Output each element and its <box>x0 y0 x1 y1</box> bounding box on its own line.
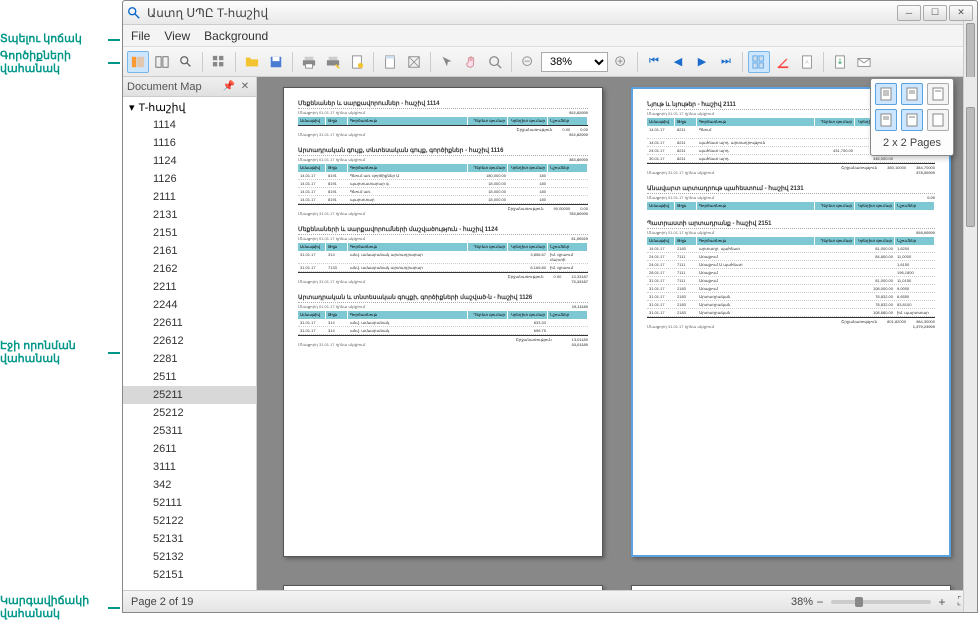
menu-background[interactable]: Background <box>204 29 268 43</box>
tree-item[interactable]: 52132 <box>123 548 256 566</box>
grid-view-button[interactable] <box>208 51 230 73</box>
print-preview-window: Աստղ ՍՊԸ T-հաշիվ ─ ☐ ✕ File View Backgro… <box>122 0 978 613</box>
page-thumbnail-3[interactable] <box>283 585 603 590</box>
pin-icon[interactable]: 📌 <box>222 80 236 94</box>
preview-area[interactable]: Մեքենաներ և սարքավորումներ - հաշիվ 1114Մ… <box>257 77 977 590</box>
page-setup-button[interactable] <box>346 51 368 73</box>
last-page-button[interactable]: ⏭ <box>715 51 737 73</box>
maximize-button[interactable]: ☐ <box>923 5 947 21</box>
tree-item[interactable]: 25211 <box>123 386 256 404</box>
annotation-page-search: Էջի որոնման վահանակ <box>0 337 110 367</box>
annotation-print: Տպելու կոճակ <box>0 30 110 47</box>
watermark-button[interactable]: A <box>796 51 818 73</box>
tree-item[interactable]: 1114 <box>123 116 256 134</box>
status-page: Page 2 of 19 <box>131 596 791 608</box>
tree-item[interactable]: 25212 <box>123 404 256 422</box>
hand-tool-button[interactable] <box>460 51 482 73</box>
window-title: Աստղ ՍՊԸ T-հաշիվ <box>147 6 897 20</box>
header-footer-button[interactable] <box>379 51 401 73</box>
zoom-in-button[interactable] <box>610 51 632 73</box>
menu-file[interactable]: File <box>131 29 150 43</box>
save-button[interactable] <box>265 51 287 73</box>
tree-item[interactable]: 2281 <box>123 350 256 368</box>
tree-root[interactable]: ▾T-հաշիվ <box>123 99 256 116</box>
status-zoom: 38% <box>791 596 813 608</box>
tree-item[interactable]: 342 <box>123 476 256 494</box>
tree-item[interactable]: 52122 <box>123 512 256 530</box>
tree-item[interactable]: 3111 <box>123 458 256 476</box>
email-button[interactable] <box>853 51 875 73</box>
scale-button[interactable] <box>403 51 425 73</box>
tree-item[interactable]: 2162 <box>123 260 256 278</box>
multipage-popup: 2 x 2 Pages <box>870 78 954 156</box>
tree-item[interactable]: 2111 <box>123 188 256 206</box>
annotation-statusbar: Կարգավիճակի վահանակ <box>0 592 110 622</box>
page-thumbnail-1[interactable]: Մեքենաներ և սարքավորումներ - հաշիվ 1114Մ… <box>283 87 603 557</box>
print-button[interactable] <box>298 51 320 73</box>
menu-view[interactable]: View <box>164 29 190 43</box>
tree-item[interactable]: 2131 <box>123 206 256 224</box>
export-button[interactable] <box>829 51 851 73</box>
docmap-toggle-button[interactable] <box>127 51 149 73</box>
quick-print-button[interactable] <box>322 51 344 73</box>
tree-item[interactable]: 1126 <box>123 170 256 188</box>
tree-item[interactable]: 22611 <box>123 314 256 332</box>
sb-zoom-in[interactable]: + <box>935 595 949 609</box>
tree-item[interactable]: 1116 <box>123 134 256 152</box>
tree-item[interactable]: 2161 <box>123 242 256 260</box>
svg-text:A: A <box>805 59 809 65</box>
zoom-out-button[interactable] <box>517 51 539 73</box>
tree-item[interactable]: 1124 <box>123 152 256 170</box>
sb-zoom-out[interactable]: − <box>813 595 827 609</box>
tree-item[interactable]: 2211 <box>123 278 256 296</box>
tree-item[interactable]: 52111 <box>123 494 256 512</box>
tree-item[interactable]: 2244 <box>123 296 256 314</box>
zoom-select[interactable]: 38% <box>541 52 608 72</box>
minimize-button[interactable]: ─ <box>897 5 921 21</box>
close-panel-icon[interactable]: ✕ <box>238 80 252 94</box>
toolbar: 38% ⏮ ◀ ▶ ⏭ A <box>123 47 977 77</box>
chevron-down-icon: ▾ <box>129 101 135 114</box>
annotation-toolbar: Գործիքների վահանակ <box>0 47 110 77</box>
grid-cell[interactable] <box>875 83 897 105</box>
page-thumbnail-2[interactable]: Նյութ և նյութեր - հաշիվ 2111Մնացորդ 01.0… <box>631 87 951 557</box>
grid-cell[interactable] <box>901 109 923 131</box>
tree-item[interactable]: 2611 <box>123 440 256 458</box>
tree-item[interactable]: 52131 <box>123 530 256 548</box>
titlebar: Աստղ ՍՊԸ T-հաշիվ ─ ☐ ✕ <box>123 1 977 25</box>
pointer-tool-button[interactable] <box>436 51 458 73</box>
grid-cell[interactable] <box>927 109 949 131</box>
menubar: File View Background <box>123 25 977 47</box>
open-button[interactable] <box>241 51 263 73</box>
docmap-title: Document Map <box>127 81 220 93</box>
page-thumbnail-4[interactable] <box>631 585 951 590</box>
tree-item[interactable]: 25311 <box>123 422 256 440</box>
docmap-tree[interactable]: ▾T-հաշիվ 1114111611241126211121312151216… <box>123 97 256 590</box>
tree-item[interactable]: 22612 <box>123 332 256 350</box>
zoom-slider[interactable] <box>831 600 931 604</box>
prev-page-button[interactable]: ◀ <box>667 51 689 73</box>
tree-item[interactable]: 2511 <box>123 368 256 386</box>
grid-cell[interactable] <box>875 109 897 131</box>
app-icon <box>127 6 141 20</box>
search-button[interactable] <box>175 51 197 73</box>
grid-cell[interactable] <box>927 83 949 105</box>
close-button[interactable]: ✕ <box>949 5 973 21</box>
document-map-panel: Document Map 📌 ✕ ▾T-հաշիվ 11141116112411… <box>123 77 257 590</box>
tree-item[interactable]: 52151 <box>123 566 256 584</box>
multipage-button[interactable] <box>748 51 770 73</box>
multipage-label: 2 x 2 Pages <box>875 135 949 151</box>
first-page-button[interactable]: ⏮ <box>643 51 665 73</box>
statusbar: Page 2 of 19 38% − + ⛶ <box>123 590 977 612</box>
thumbnails-button[interactable] <box>151 51 173 73</box>
color-button[interactable] <box>772 51 794 73</box>
magnifier-button[interactable] <box>484 51 506 73</box>
next-page-button[interactable]: ▶ <box>691 51 713 73</box>
grid-cell[interactable] <box>901 83 923 105</box>
tree-item[interactable]: 2151 <box>123 224 256 242</box>
